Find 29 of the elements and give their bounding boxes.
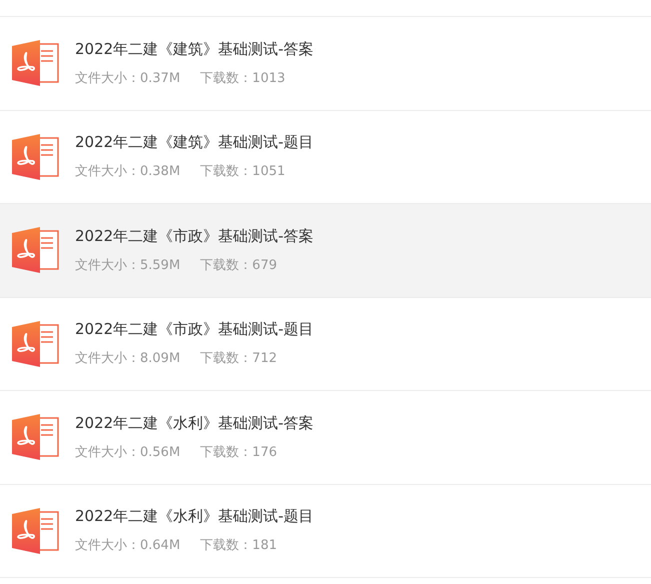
file-size: 文件大小：0.38M xyxy=(75,163,180,180)
download-count: 下载数：1013 xyxy=(200,70,286,87)
file-title[interactable]: 2022年二建《建筑》基础测试-题目 xyxy=(75,133,314,152)
pdf-file-icon xyxy=(10,318,60,369)
download-count: 下载数：176 xyxy=(200,444,277,461)
file-size: 文件大小：0.37M xyxy=(75,70,180,87)
download-count: 下载数：1051 xyxy=(200,163,286,180)
file-title[interactable]: 2022年二建《市政》基础测试-题目 xyxy=(75,320,314,340)
pdf-file-icon xyxy=(10,132,60,182)
file-title[interactable]: 2022年二建《水利》基础测试-答案 xyxy=(75,414,314,433)
file-size: 文件大小：8.09M xyxy=(75,350,180,368)
pdf-file-icon xyxy=(10,412,60,462)
file-row[interactable]: 2022年二建《水利》基础测试-题目 文件大小：0.64M 下载数：181 xyxy=(0,484,651,578)
file-row[interactable]: 2022年二建《建筑》基础测试-答案 文件大小：0.37M 下载数：1013 xyxy=(0,16,651,110)
file-row[interactable]: 2022年二建《市政》基础测试-题目 文件大小：8.09M 下载数：712 xyxy=(0,296,651,390)
pdf-file-icon xyxy=(10,38,60,88)
file-title[interactable]: 2022年二建《水利》基础测试-题目 xyxy=(75,507,314,526)
download-count: 下载数：679 xyxy=(200,256,277,274)
pdf-file-icon xyxy=(10,506,60,556)
file-row[interactable]: 2022年二建《市政》基础测试-答案 文件大小：5.59M 下载数：679 xyxy=(0,203,651,296)
download-count: 下载数：712 xyxy=(200,350,277,368)
file-row[interactable]: 2022年二建《水利》基础测试-答案 文件大小：0.56M 下载数：176 xyxy=(0,390,651,484)
file-size: 文件大小：0.64M xyxy=(75,537,180,554)
file-size: 文件大小：0.56M xyxy=(75,444,180,461)
file-title[interactable]: 2022年二建《市政》基础测试-答案 xyxy=(75,226,314,246)
pdf-file-icon xyxy=(10,225,60,276)
download-count: 下载数：181 xyxy=(200,537,277,554)
file-size: 文件大小：5.59M xyxy=(75,256,180,274)
file-title[interactable]: 2022年二建《建筑》基础测试-答案 xyxy=(75,40,314,59)
